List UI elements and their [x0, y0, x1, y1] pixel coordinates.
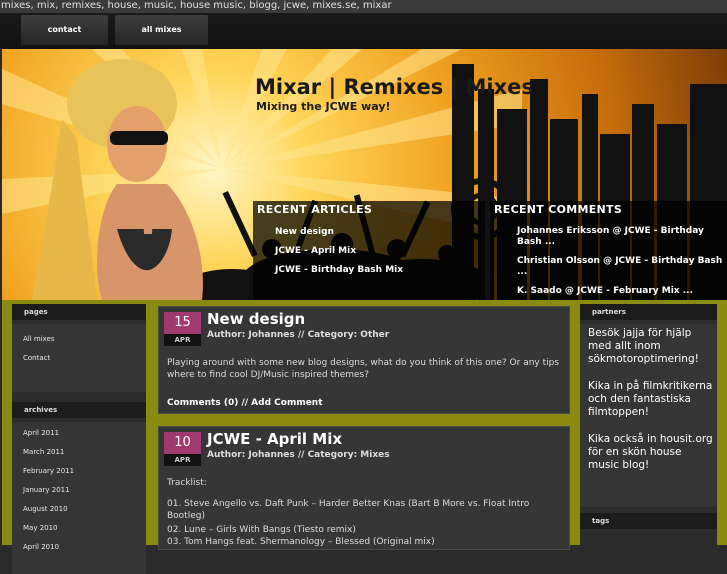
recent-articles-heading: RECENT ARTICLES	[257, 203, 373, 216]
tags-heading: tags	[580, 513, 717, 529]
partners-list: Besök jajja för hjälp med allt inom sökm…	[584, 327, 713, 486]
meta-keywords-text: mixes, mix, remixes, house, music, house…	[0, 0, 727, 13]
post-tracklist-label: Tracklist:	[167, 478, 207, 488]
site-subtitle: Mixing the JCWE way!	[256, 100, 391, 113]
archive-link[interactable]: January 2011	[12, 481, 146, 500]
archive-link[interactable]: August 2010	[12, 500, 146, 519]
post-comments-links[interactable]: Comments (0) // Add Comment	[167, 397, 562, 409]
top-navigation: contact all mixes	[0, 13, 727, 49]
recent-articles-panel: RECENT ARTICLES New design JCWE - April …	[253, 201, 485, 300]
archive-link[interactable]: February 2011	[12, 462, 146, 481]
recent-article-link[interactable]: JCWE - Birthday Bash Mix	[275, 265, 485, 275]
recent-comment-link[interactable]: Christian Olsson @ JCWE - Birthday Bash …	[517, 256, 723, 278]
recent-comment-link[interactable]: Johannes Eriksson @ JCWE - Birthday Bash…	[517, 226, 723, 248]
post-meta: Author: Johannes // Category: Other	[207, 330, 390, 340]
post-date-day: 15	[164, 312, 201, 334]
track-item: 03. Tom Hangs feat. Shermanology – Bless…	[167, 537, 435, 547]
recent-comment-link[interactable]: K. Saado @ JCWE - February Mix ...	[517, 286, 723, 297]
post-date-month: APR	[164, 454, 201, 466]
post-title-link[interactable]: JCWE - April Mix	[207, 430, 342, 448]
track-item: 02. Lune – Girls With Bangs (Tiesto remi…	[167, 525, 356, 535]
sidebar-page-link[interactable]: All mixes	[12, 330, 146, 349]
site-title[interactable]: Mixar | Remixes | Mixes	[255, 75, 534, 99]
recent-comments-heading: RECENT COMMENTS	[494, 203, 623, 216]
recent-comments-panel: RECENT COMMENTS Johannes Eriksson @ JCWE…	[490, 201, 727, 300]
archives-heading: archives	[12, 402, 146, 418]
pages-list: All mixes Contact	[12, 324, 146, 392]
pages-heading: pages	[12, 304, 146, 320]
archive-link[interactable]: April 2010	[12, 538, 146, 557]
recent-article-link[interactable]: New design	[275, 227, 485, 237]
archive-link[interactable]: May 2010	[12, 519, 146, 538]
nav-contact-button[interactable]: contact	[21, 15, 108, 45]
archives-list: April 2011 March 2011 February 2011 Janu…	[12, 422, 146, 574]
blog-post: 15 APR New design Author: Johannes // Ca…	[158, 306, 570, 414]
partners-heading: partners	[580, 304, 717, 320]
sidebar-page-link[interactable]: Contact	[12, 349, 146, 368]
post-date-month: APR	[164, 334, 201, 346]
archive-link[interactable]: April 2011	[12, 424, 146, 443]
partner-link[interactable]: Besök jajja för hjälp med allt inom sökm…	[588, 327, 713, 366]
track-item: 01. Steve Angello vs. Daft Punk – Harder…	[167, 499, 530, 521]
post-date-day: 10	[164, 432, 201, 454]
partner-link[interactable]: Kika också in housit.org för en skön hou…	[588, 433, 713, 472]
recent-article-link[interactable]: JCWE - April Mix	[275, 246, 485, 256]
post-title-link[interactable]: New design	[207, 310, 305, 328]
nav-all-mixes-button[interactable]: all mixes	[115, 15, 208, 45]
archive-link[interactable]: March 2011	[12, 443, 146, 462]
site-header: Mixar | Remixes | Mixes Mixing the JCWE …	[2, 49, 727, 300]
partner-link[interactable]: Kika in på filmkritikerna och den fantas…	[588, 380, 713, 419]
left-sidebar: pages All mixes Contact archives April 2…	[12, 304, 146, 574]
blog-post: 10 APR JCWE - April Mix Author: Johannes…	[158, 426, 570, 550]
post-body: Playing around with some new blog design…	[167, 358, 560, 380]
post-meta: Author: Johannes // Category: Mixes	[207, 450, 390, 460]
